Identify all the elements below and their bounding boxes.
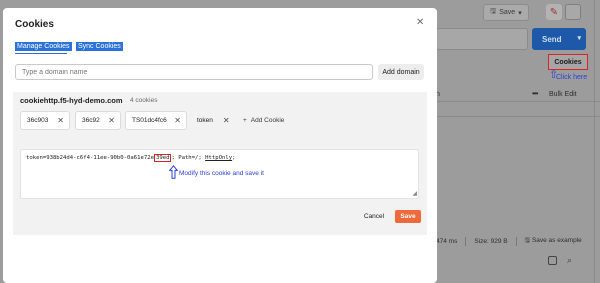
add-domain-button[interactable]: Add domain bbox=[378, 64, 424, 80]
edit-icon[interactable]: ✎ bbox=[546, 4, 562, 20]
response-size: Size: 929 B bbox=[474, 238, 508, 245]
resize-handle-icon[interactable]: ◢ bbox=[412, 190, 417, 197]
domain-name: cookiehttp.f5-hyd-demo.com bbox=[20, 96, 123, 105]
divider bbox=[594, 0, 595, 283]
chevron-down-icon: ▾ bbox=[577, 35, 581, 42]
save-button-background[interactable]: 🖫 Save ▾ bbox=[483, 4, 529, 21]
save-button[interactable]: Save bbox=[395, 210, 421, 223]
cookies-modal: Cookies ✕ Manage Cookies Sync Cookies Ad… bbox=[3, 8, 437, 283]
highlighted-value: 39ed bbox=[153, 154, 172, 162]
cookie-chip[interactable]: 36c92 ✕ bbox=[75, 111, 121, 130]
save-icon: 🖫 bbox=[490, 8, 497, 15]
cookie-chip[interactable]: 36c903 ✕ bbox=[20, 111, 70, 130]
divider bbox=[515, 237, 517, 246]
bulk-edit-link[interactable]: Bulk Edit bbox=[549, 91, 577, 98]
remove-icon[interactable]: ✕ bbox=[174, 116, 181, 125]
domain-input[interactable] bbox=[15, 64, 373, 80]
tab-sync-cookies[interactable]: Sync Cookies bbox=[76, 42, 123, 51]
arrow-up-icon bbox=[169, 165, 178, 179]
remove-icon[interactable]: ✕ bbox=[57, 116, 64, 125]
search-icon[interactable]: ⌕ bbox=[567, 255, 572, 266]
domain-section: cookiehttp.f5-hyd-demo.com 4 cookies 36c… bbox=[13, 92, 427, 235]
divider bbox=[465, 237, 467, 246]
cookie-chip[interactable]: TS01dc4fc6 ✕ bbox=[125, 111, 187, 130]
cookies-link[interactable]: Cookies bbox=[548, 54, 588, 70]
cookie-value-text[interactable]: token=938b24d4-c6f4-11ee-90b0-0a61e72e 39… bbox=[26, 154, 235, 162]
remove-icon[interactable]: ✕ bbox=[108, 116, 115, 125]
copy-icon[interactable] bbox=[548, 256, 557, 265]
add-cookie-button[interactable]: + Add Cookie bbox=[243, 111, 284, 130]
response-status-bar: 474 ms Size: 929 B 🖫 Save as example bbox=[436, 236, 582, 247]
cookie-chip-selected[interactable]: token ✕ bbox=[197, 111, 230, 130]
annotation-text: Modify this cookie and save it bbox=[179, 170, 264, 177]
click-here-annotation: Click here bbox=[556, 74, 588, 81]
remove-icon[interactable]: ✕ bbox=[223, 116, 230, 125]
tab-manage-cookies[interactable]: Manage Cookies bbox=[15, 42, 72, 51]
send-button[interactable]: Send ▾ bbox=[532, 28, 586, 50]
cancel-button[interactable]: Cancel bbox=[358, 210, 390, 223]
response-time: 474 ms bbox=[436, 238, 458, 245]
url-input[interactable] bbox=[436, 28, 528, 50]
active-tab-indicator bbox=[15, 53, 67, 54]
divider bbox=[436, 101, 600, 102]
save-as-example-button[interactable]: 🖫 Save as example bbox=[525, 236, 582, 247]
side-panel-icon[interactable] bbox=[565, 4, 581, 20]
httponly-flag: HttpOnly bbox=[205, 155, 233, 161]
more-icon[interactable]: ••• bbox=[532, 89, 538, 98]
chevron-down-icon: ▾ bbox=[518, 9, 522, 17]
cookie-count: 4 cookies bbox=[130, 97, 158, 104]
divider bbox=[436, 116, 600, 117]
plus-icon: + bbox=[243, 117, 247, 124]
close-icon[interactable]: ✕ bbox=[416, 17, 424, 28]
modal-title: Cookies bbox=[15, 19, 54, 30]
